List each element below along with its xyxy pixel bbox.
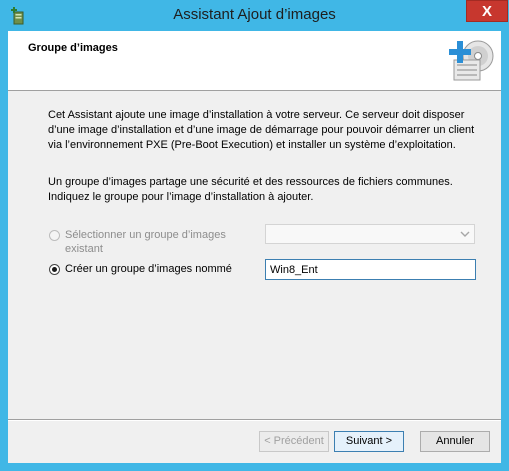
new-group-label: Créer un groupe d’images nommé <box>65 263 232 275</box>
title-bar[interactable]: Assistant Ajout d’images X <box>0 0 509 30</box>
close-button[interactable]: X <box>466 0 508 22</box>
wizard-body: Groupe d’images Cet Assistant ajoute une… <box>8 31 501 463</box>
dialog-window: Assistant Ajout d’images X Groupe d’imag… <box>0 0 509 471</box>
existing-group-radio[interactable] <box>49 230 60 241</box>
add-image-disc-icon <box>449 40 494 81</box>
group-info-text: Un groupe d’images partage une sécurité … <box>48 176 453 203</box>
cancel-button[interactable]: Annuler <box>420 431 490 452</box>
existing-group-label: Sélectionner un groupe d’images existant <box>65 229 226 255</box>
next-button[interactable]: Suivant > <box>334 431 404 452</box>
intro-text: Cet Assistant ajoute une image d’install… <box>48 109 475 151</box>
existing-group-select[interactable] <box>265 224 475 244</box>
page-title: Groupe d’images <box>28 42 118 54</box>
new-group-radio[interactable] <box>49 264 60 275</box>
footer-divider <box>8 419 501 421</box>
chevron-down-icon <box>460 231 470 237</box>
new-group-name-input[interactable] <box>265 259 476 280</box>
radio-selected-dot <box>52 267 57 272</box>
window-title: Assistant Ajout d’images <box>173 6 336 23</box>
previous-button[interactable]: < Précédent <box>259 431 329 452</box>
wizard-header: Groupe d’images <box>8 31 501 91</box>
